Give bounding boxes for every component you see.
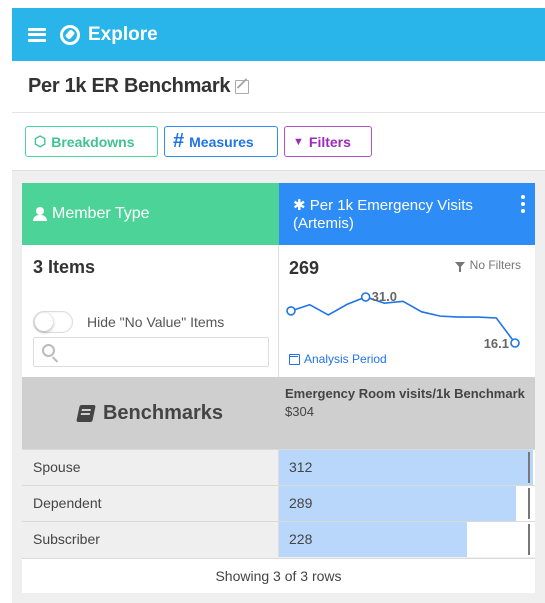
row-count-footer: Showing 3 of 3 rows (22, 558, 535, 593)
tab-measures-label: Measures (189, 133, 254, 150)
row-value-cell: 228 (279, 522, 535, 557)
benchmark-column: Emergency Room visits/1k Benchmark $304 (279, 377, 535, 449)
breakdown-header-label: Member Type (52, 205, 150, 222)
sparkline-end-label: 16.1 (484, 336, 509, 349)
cube-icon: ⬡ (34, 133, 47, 149)
sparkline-end-point (510, 338, 520, 348)
benchmarks-label: Benchmarks (102, 401, 224, 424)
search-box (33, 337, 269, 367)
search-input[interactable] (62, 340, 262, 364)
no-filters-indicator[interactable]: No Filters (454, 258, 521, 272)
table-row[interactable]: Spouse 312 (22, 449, 535, 485)
tab-bar: ⬡ Breakdowns # Measures ▼ Filters (25, 126, 372, 157)
book-icon (76, 404, 96, 422)
tab-breakdowns[interactable]: ⬡ Breakdowns (25, 126, 158, 157)
page-header: Per 1k ER Benchmark (12, 61, 545, 113)
benchmark-column-value: $304 (285, 404, 314, 419)
top-bar: Explore (12, 8, 545, 61)
compass-icon (60, 24, 80, 45)
filter-icon: ▼ (293, 135, 304, 148)
hamburger-icon[interactable] (28, 27, 46, 42)
sparkline-peak-label: 31.0 (372, 289, 397, 304)
edit-icon[interactable] (235, 79, 250, 94)
sparkline-peak-point (360, 292, 371, 302)
no-filters-label: No Filters (469, 258, 521, 272)
value-bar (279, 486, 516, 521)
sparkline-line (290, 296, 516, 344)
tab-filters-label: Filters (308, 133, 351, 150)
user-icon (33, 207, 47, 221)
explore-panel: Member Type ✱ Per 1k Emergency Visits (A… (12, 170, 545, 603)
asterisk-icon: ✱ (293, 197, 306, 214)
tab-filters[interactable]: ▼ Filters (284, 126, 372, 157)
benchmark-marker (528, 524, 530, 555)
items-count: 3 Items (33, 257, 96, 277)
sparkline-start-point (286, 306, 296, 316)
analysis-period-link[interactable]: Analysis Period (289, 352, 387, 366)
row-value: 228 (289, 531, 313, 547)
value-bar (279, 450, 534, 485)
hide-no-value-label: Hide "No Value" Items (87, 314, 225, 330)
calendar-icon (289, 353, 300, 365)
app-title: Explore (88, 23, 158, 45)
tab-measures[interactable]: # Measures (164, 126, 278, 157)
breakdown-summary: 3 Items Hide "No Value" Items (22, 245, 279, 377)
row-value-cell: 289 (279, 486, 535, 521)
measure-summary: 269 No Filters 31.0 16.1 Analysis Period (279, 245, 535, 377)
table-row[interactable]: Dependent 289 (22, 485, 535, 521)
page-title: Per 1k ER Benchmark (28, 75, 231, 97)
row-value-cell: 312 (279, 450, 535, 485)
more-options-icon[interactable] (521, 195, 525, 213)
benchmark-column-title: Emergency Room visits/1k Benchmark (285, 386, 525, 401)
measure-header[interactable]: ✱ Per 1k Emergency Visits (Artemis) (279, 183, 535, 245)
row-label: Spouse (22, 450, 279, 485)
benchmark-marker (528, 488, 530, 519)
table-row[interactable]: Subscriber 228 (22, 521, 535, 557)
search-icon (42, 344, 55, 357)
benchmark-marker (528, 452, 530, 483)
row-label: Dependent (22, 486, 279, 521)
hide-no-value-toggle[interactable] (33, 311, 73, 333)
measure-total: 269 (289, 258, 320, 278)
filter-icon (454, 262, 465, 272)
benchmarks-header: Benchmarks (22, 377, 279, 449)
sparkline-chart: 31.0 16.1 (286, 289, 520, 349)
row-label: Subscriber (22, 522, 279, 557)
row-value: 312 (289, 459, 313, 475)
hashtag-icon: # (173, 130, 185, 152)
hide-no-value-row: Hide "No Value" Items (33, 311, 224, 333)
breakdown-header[interactable]: Member Type (22, 183, 279, 245)
row-value: 289 (289, 495, 313, 511)
tab-breakdowns-label: Breakdowns (51, 133, 135, 150)
measure-header-label: Per 1k Emergency Visits (Artemis) (293, 197, 473, 232)
analysis-period-label: Analysis Period (304, 352, 387, 366)
